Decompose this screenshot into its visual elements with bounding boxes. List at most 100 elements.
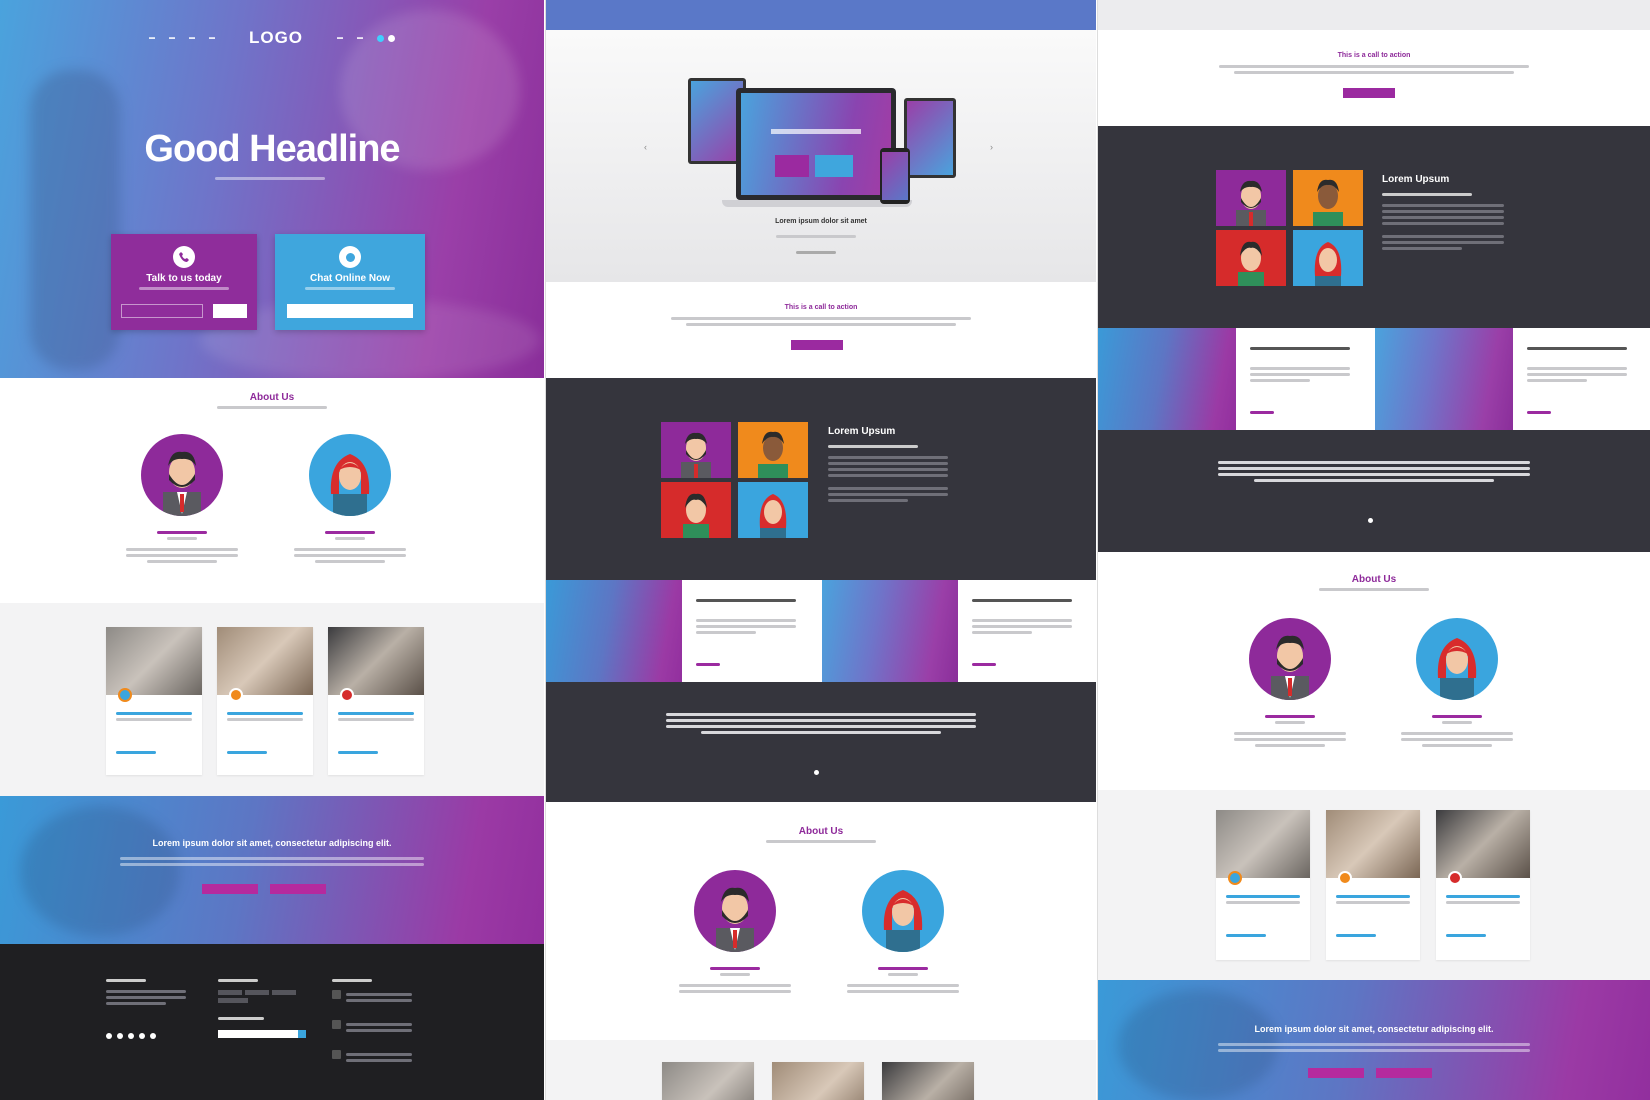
social-dot-icon[interactable] — [388, 34, 396, 42]
about-section: About Us — [0, 378, 544, 603]
newsletter-submit-button[interactable] — [298, 1030, 306, 1038]
tablet-right-mockup — [904, 98, 956, 178]
newsletter-banner: Lorem ipsum dolor sit amet, consectetur … — [1098, 980, 1650, 1100]
blog-card[interactable] — [106, 627, 202, 775]
nav-item[interactable]: ▬ — [209, 35, 215, 41]
banner-button-1[interactable] — [202, 884, 258, 894]
hero-title: Good Headline — [144, 128, 400, 170]
cta-title: This is a call to action — [1337, 52, 1411, 59]
phone-input[interactable] — [121, 304, 203, 318]
team-avatar-man — [141, 434, 223, 516]
chat-cta-title: Chat Online Now — [310, 273, 390, 284]
nav-item[interactable]: ▬ — [357, 35, 363, 41]
phone-icon — [173, 246, 195, 268]
cta-button[interactable] — [1343, 88, 1395, 98]
arrow-left-icon[interactable]: ‹ — [644, 142, 647, 152]
nav-item[interactable]: ▬ — [337, 35, 343, 41]
arrow-right-icon[interactable]: › — [990, 142, 993, 152]
about-section-3: About Us — [1098, 552, 1650, 790]
services-strip — [546, 580, 1096, 682]
team-member-1-info — [126, 528, 238, 566]
team-tile-woman-blue — [738, 482, 808, 538]
service-image — [1098, 328, 1236, 430]
banner-button-2[interactable] — [270, 884, 326, 894]
slider-dot[interactable] — [1368, 518, 1373, 523]
team-section: Lorem Upsum — [546, 378, 1096, 580]
device-caption: Lorem ipsum dolor sit amet — [775, 218, 867, 225]
team-member-2-info — [294, 528, 406, 566]
social-icon[interactable] — [106, 1033, 112, 1039]
call-cta-box: Talk to us today — [111, 234, 257, 330]
devices-slider: ‹ › Lorem ipsum dolor sit amet — [546, 30, 1096, 282]
team-tile-man — [1216, 170, 1286, 226]
blog-card[interactable] — [1326, 810, 1420, 960]
showcase-board: ▬ ▬ ▬ ▬ LOGO ▬ ▬ Good Headline Talk to u… — [0, 0, 1650, 1100]
template-preview-3: This is a call to action Lorem Upsum Abo… — [1097, 0, 1650, 1100]
hero-subtitle — [215, 174, 325, 183]
social-icon[interactable] — [128, 1033, 134, 1039]
cta-section: This is a call to action — [546, 282, 1096, 378]
footer-recent-posts — [332, 976, 422, 1062]
newsletter-banner: Lorem ipsum dolor sit amet, consectetur … — [0, 796, 544, 944]
service-card — [682, 580, 822, 682]
social-icon[interactable] — [150, 1033, 156, 1039]
about-section-2: About Us — [546, 802, 1096, 1040]
team-tile-woman-red — [1216, 230, 1286, 286]
service-card — [1513, 328, 1650, 430]
team-tile-man — [661, 422, 731, 478]
team-avatar-woman — [309, 434, 391, 516]
social-icon[interactable] — [139, 1033, 145, 1039]
nav-item[interactable]: ▬ — [169, 35, 175, 41]
call-cta-title: Talk to us today — [146, 273, 222, 284]
cta-button[interactable] — [791, 340, 843, 350]
team-avatar-woman — [1416, 618, 1498, 700]
team-tile-woman-dark — [738, 422, 808, 478]
blog-section-2 — [546, 1040, 1096, 1100]
footer — [0, 944, 544, 1100]
blog-card[interactable] — [882, 1062, 974, 1100]
service-card — [1236, 328, 1375, 430]
social-dot-icon[interactable] — [377, 34, 385, 42]
banner-title: Lorem ipsum dolor sit amet, consectetur … — [1254, 1024, 1494, 1034]
laptop-mockup — [736, 88, 896, 200]
about-title-2: About Us — [798, 826, 844, 837]
testimonial-section — [546, 682, 1096, 802]
chat-start-button[interactable] — [287, 304, 413, 318]
blog-card[interactable] — [1216, 810, 1310, 960]
blog-card[interactable] — [1436, 810, 1530, 960]
nav-item[interactable]: ▬ — [189, 35, 195, 41]
template-preview-2: ‹ › Lorem ipsum dolor sit amet This is a… — [545, 0, 1096, 1100]
slider-dot[interactable] — [814, 770, 819, 775]
nav-item[interactable]: ▬ — [149, 35, 155, 41]
blog-card[interactable] — [217, 627, 313, 775]
call-submit-button[interactable] — [213, 304, 247, 318]
cta-section: This is a call to action — [1098, 30, 1650, 126]
team-tile-woman-dark — [1293, 170, 1363, 226]
top-nav: ▬ ▬ ▬ ▬ LOGO ▬ ▬ — [0, 28, 544, 48]
team-avatar-man — [694, 870, 776, 952]
top-bar — [1098, 0, 1650, 30]
social-icons — [106, 1033, 186, 1039]
logo[interactable]: LOGO — [249, 28, 303, 48]
services-strip — [1098, 328, 1650, 430]
newsletter-email-input[interactable] — [218, 1030, 298, 1038]
blog-card[interactable] — [328, 627, 424, 775]
phone-mockup — [880, 148, 910, 204]
banner-button-2[interactable] — [1376, 1068, 1432, 1078]
team-tile-woman-blue — [1293, 230, 1363, 286]
blog-section-3 — [1098, 790, 1650, 980]
about-title: About Us — [249, 392, 295, 403]
social-icon[interactable] — [117, 1033, 123, 1039]
footer-about — [106, 976, 186, 1039]
service-image — [1375, 328, 1513, 430]
service-image — [546, 580, 682, 682]
blog-card[interactable] — [772, 1062, 864, 1100]
blog-card[interactable] — [662, 1062, 754, 1100]
banner-button-1[interactable] — [1308, 1068, 1364, 1078]
service-card — [958, 580, 1096, 682]
hero-section: ▬ ▬ ▬ ▬ LOGO ▬ ▬ Good Headline Talk to u… — [0, 0, 544, 378]
testimonial-section — [1098, 430, 1650, 552]
newsletter-form — [218, 1030, 308, 1038]
team-title: Lorem Upsum — [828, 426, 896, 437]
top-bar — [546, 0, 1096, 30]
